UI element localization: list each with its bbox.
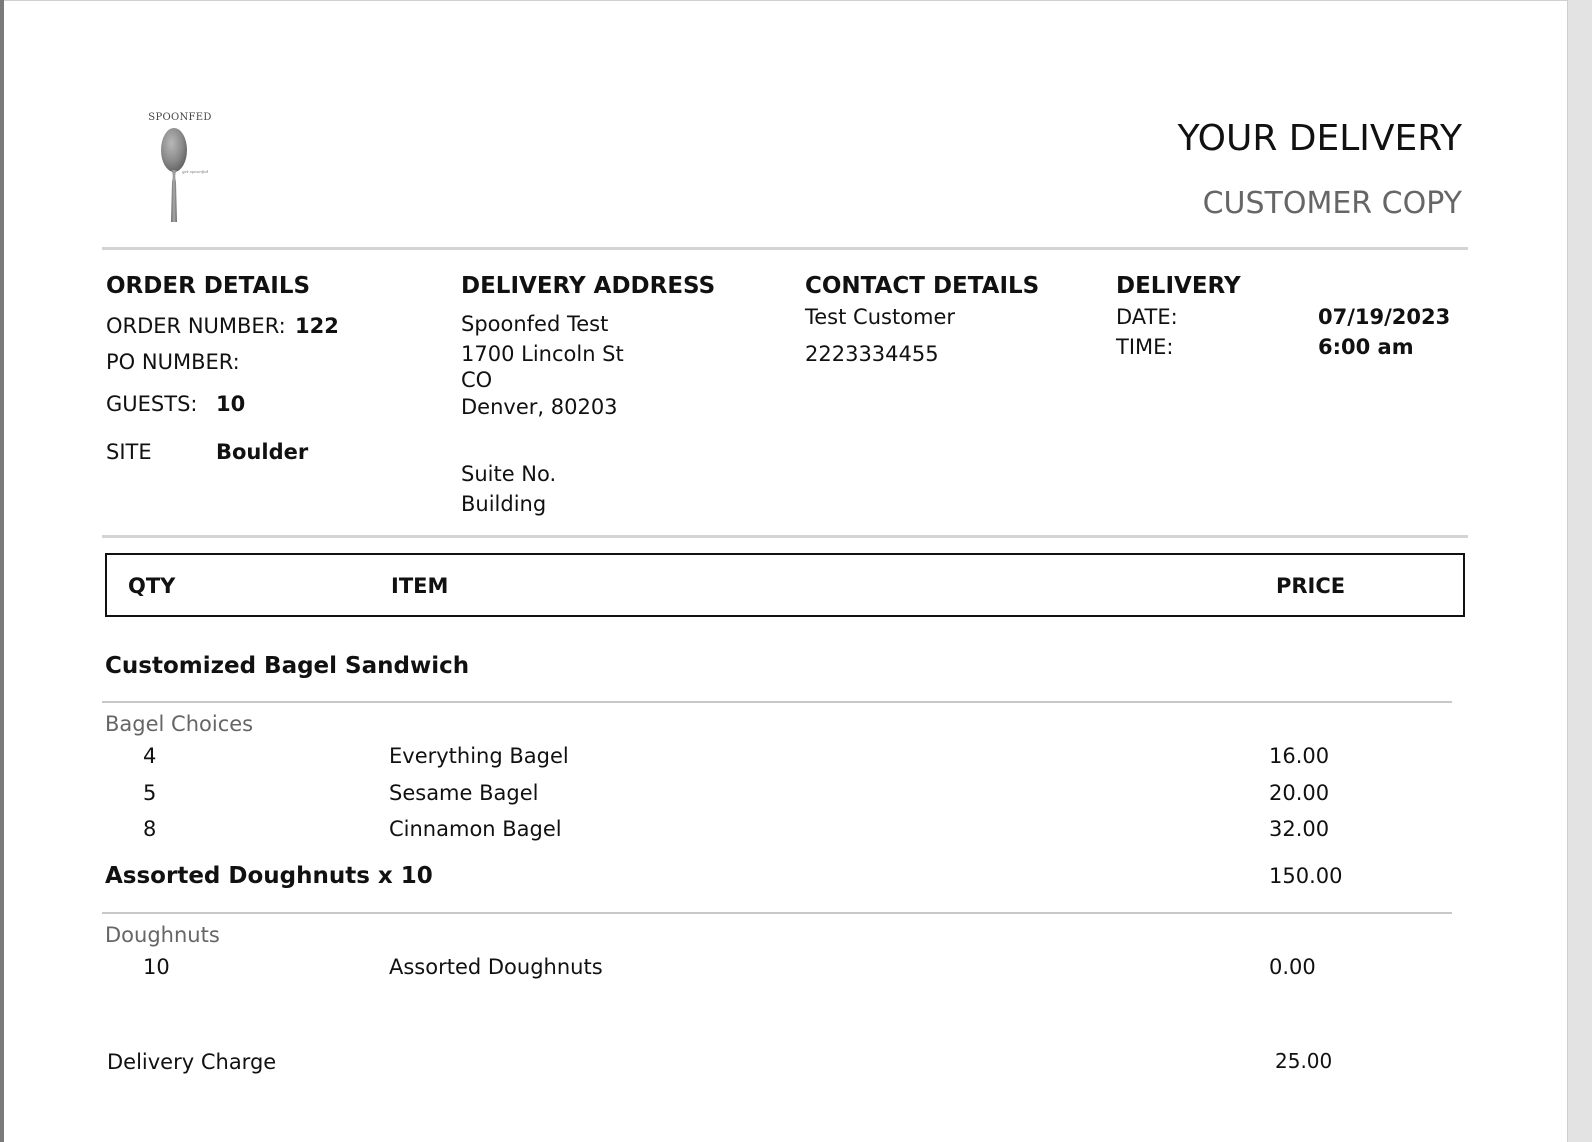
details-divider <box>102 535 1468 538</box>
guests-value: 10 <box>216 392 246 416</box>
row-item: Assorted Doughnuts <box>389 955 603 979</box>
spoon-icon: get spoonfed <box>161 128 209 222</box>
po-number-label: PO NUMBER: <box>106 350 240 374</box>
row-price: 0.00 <box>1269 955 1316 979</box>
row-item: Sesame Bagel <box>389 781 539 805</box>
row-qty: 10 <box>143 955 170 979</box>
address-building: Building <box>461 492 547 516</box>
viewer-scrollbar[interactable] <box>1567 0 1592 1142</box>
row-qty: 4 <box>143 744 157 768</box>
column-price: PRICE <box>1276 574 1346 598</box>
delivery-charge-label: Delivery Charge <box>107 1050 277 1074</box>
delivery-date-value: 07/19/2023 <box>1318 305 1451 329</box>
contact-name: Test Customer <box>805 305 956 329</box>
delivery-time-value: 6:00 am <box>1318 335 1414 359</box>
address-city-zip: Denver, 80203 <box>461 395 618 419</box>
items-table-header: QTY ITEM PRICE <box>105 553 1465 617</box>
address-street: 1700 Lincoln St <box>461 342 624 366</box>
delivery-heading: DELIVERY <box>1116 273 1241 299</box>
group-divider <box>102 912 1452 914</box>
subgroup-label: Bagel Choices <box>105 712 254 736</box>
delivery-address-heading: DELIVERY ADDRESS <box>461 273 716 299</box>
column-item: ITEM <box>391 574 449 598</box>
delivery-time-label: TIME: <box>1116 335 1174 359</box>
contact-details-heading: CONTACT DETAILS <box>805 273 1040 299</box>
order-details-heading: ORDER DETAILS <box>106 273 311 299</box>
document-subtitle: CUSTOMER COPY <box>1202 186 1462 221</box>
row-item: Everything Bagel <box>389 744 569 768</box>
row-price: 20.00 <box>1269 781 1330 805</box>
address-suite: Suite No. <box>461 462 557 486</box>
order-number-label: ORDER NUMBER: <box>106 314 286 338</box>
site-label: SITE <box>106 440 152 464</box>
address-state: CO <box>461 368 493 392</box>
group-title: Assorted Doughnuts x 10 <box>105 863 433 889</box>
viewer-top-edge <box>0 0 1568 1</box>
row-item: Cinnamon Bagel <box>389 817 562 841</box>
spoonfed-logo: SPOONFED get spoonfed <box>140 112 220 230</box>
column-qty: QTY <box>128 574 176 598</box>
subgroup-label: Doughnuts <box>105 923 220 947</box>
delivery-date-label: DATE: <box>1116 305 1178 329</box>
row-price: 32.00 <box>1269 817 1330 841</box>
address-name: Spoonfed Test <box>461 312 609 336</box>
row-qty: 5 <box>143 781 157 805</box>
delivery-charge-amount: 25.00 <box>1275 1049 1333 1073</box>
guests-label: GUESTS: <box>106 392 198 416</box>
row-price: 16.00 <box>1269 744 1330 768</box>
header-divider <box>102 247 1468 250</box>
document-title: YOUR DELIVERY <box>1177 118 1462 159</box>
svg-text:get spoonfed: get spoonfed <box>182 169 209 174</box>
viewer-left-edge <box>0 0 4 1142</box>
contact-phone: 2223334455 <box>805 342 939 366</box>
order-number-value: 122 <box>295 314 339 338</box>
row-qty: 8 <box>143 817 157 841</box>
group-title: Customized Bagel Sandwich <box>105 653 470 679</box>
group-price: 150.00 <box>1269 864 1343 888</box>
group-divider <box>102 701 1452 703</box>
site-value: Boulder <box>216 440 309 464</box>
